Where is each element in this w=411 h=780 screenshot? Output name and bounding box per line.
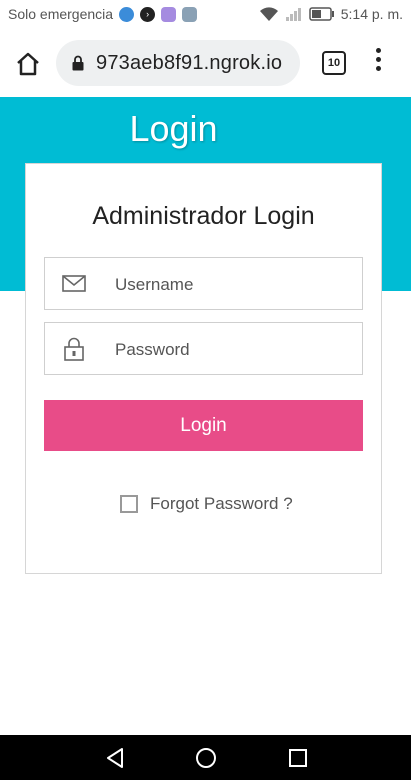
signal-icon [285,8,301,21]
recent-apps-icon[interactable] [288,748,308,768]
gallery-icon [182,6,198,22]
browser-toolbar: 973aeb8f91.ngrok.io 10 [0,30,411,96]
status-right: 5:14 p. m. [259,6,403,22]
tab-switcher-button[interactable]: 10 [322,51,346,75]
wifi-icon [259,7,278,21]
forgot-password-row[interactable]: Forgot Password ? [120,494,293,514]
system-nav-bar [0,735,411,780]
terminal-icon: › [140,6,156,22]
carrier-text: Solo emergencia [8,6,114,22]
home-icon[interactable] [14,50,42,78]
card-title: Administrador Login [92,202,315,230]
username-input[interactable] [113,258,357,311]
lock-icon [72,55,84,71]
forgot-password-label[interactable]: Forgot Password ? [150,494,293,514]
status-left: Solo emergencia › [8,6,198,22]
app-icon [161,6,177,22]
address-bar[interactable]: 973aeb8f91.ngrok.io [56,40,300,86]
url-text: 973aeb8f91.ngrok.io [96,52,283,74]
clock-text: 5:14 p. m. [340,6,403,22]
shazam-icon [119,6,135,22]
page-title: Login [129,108,218,149]
status-bar: Solo emergencia › 5:14 p. m. [0,0,411,30]
login-button[interactable]: Login [44,400,363,451]
overflow-menu-icon[interactable] [372,48,384,76]
home-nav-icon[interactable] [195,747,217,769]
back-icon[interactable] [104,747,126,769]
padlock-icon [64,337,84,361]
envelope-icon [62,275,86,292]
password-input[interactable] [113,323,357,376]
username-field[interactable] [44,257,363,311]
battery-icon [308,7,334,21]
forgot-password-checkbox[interactable] [120,495,138,513]
password-field[interactable] [44,322,363,376]
